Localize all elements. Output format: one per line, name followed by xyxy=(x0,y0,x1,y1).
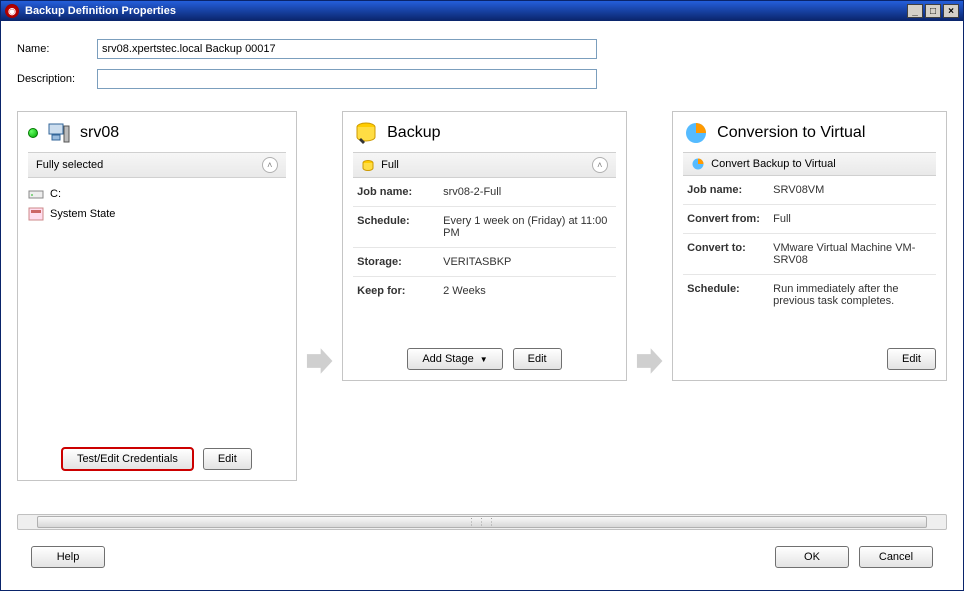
minimize-button[interactable]: _ xyxy=(907,4,923,18)
backup-panel-title: Backup xyxy=(387,124,440,142)
maximize-button[interactable]: □ xyxy=(925,4,941,18)
convert-section-bar[interactable]: Convert Backup to Virtual xyxy=(683,152,936,176)
detail-value: srv08-2-Full xyxy=(443,186,612,198)
backup-section-label: Full xyxy=(381,159,399,171)
detail-label: Job name: xyxy=(357,186,437,198)
detail-label: Keep for: xyxy=(357,285,437,297)
disk-icon xyxy=(28,187,44,201)
detail-value: Every 1 week on (Friday) at 11:00 PM xyxy=(443,215,612,239)
panels-area: srv08 Fully selected ˄ C: System State xyxy=(17,111,947,510)
chevron-up-icon[interactable]: ˄ xyxy=(592,157,608,173)
backup-panel: Backup Full ˄ Job name: srv08-2-Full S xyxy=(342,111,627,381)
window: ◉ Backup Definition Properties _ □ × Nam… xyxy=(0,0,964,591)
scrollbar-grip-icon: ⋮⋮⋮ xyxy=(467,517,497,528)
cancel-button[interactable]: Cancel xyxy=(859,546,933,568)
convert-section-label: Convert Backup to Virtual xyxy=(711,158,836,170)
caret-down-icon: ▼ xyxy=(480,355,488,364)
detail-label: Convert to: xyxy=(687,242,767,266)
detail-label: Schedule: xyxy=(687,283,767,307)
arrow-right-icon xyxy=(633,344,666,378)
detail-value: SRV08VM xyxy=(773,184,932,196)
server-panel-buttons: Test/Edit Credentials Edit xyxy=(18,438,296,480)
server-section-label: Fully selected xyxy=(36,159,103,171)
app-icon: ◉ xyxy=(5,4,19,18)
description-row: Description: xyxy=(17,69,947,89)
detail-jobname: Job name: SRV08VM xyxy=(683,176,936,205)
pie-convert-icon xyxy=(683,120,709,146)
test-edit-credentials-button[interactable]: Test/Edit Credentials xyxy=(62,448,193,470)
detail-label: Schedule: xyxy=(357,215,437,239)
convert-details: Job name: SRV08VM Convert from: Full Con… xyxy=(673,176,946,315)
detail-schedule: Schedule: Run immediately after the prev… xyxy=(683,275,936,315)
tree-item-system-state[interactable]: System State xyxy=(28,204,286,224)
detail-storage: Storage: VERITASBKP xyxy=(353,248,616,277)
detail-jobname: Job name: srv08-2-Full xyxy=(353,178,616,207)
content-area: Name: Description: srv08 Fully selected … xyxy=(1,21,963,590)
convert-panel-title: Conversion to Virtual xyxy=(717,124,865,142)
detail-label: Job name: xyxy=(687,184,767,196)
convert-panel-buttons: Edit xyxy=(673,338,946,380)
backup-edit-button[interactable]: Edit xyxy=(513,348,562,370)
help-button[interactable]: Help xyxy=(31,546,105,568)
horizontal-scrollbar[interactable]: ⋮⋮⋮ xyxy=(17,514,947,530)
close-button[interactable]: × xyxy=(943,4,959,18)
server-panel-title: srv08 xyxy=(80,124,119,142)
full-backup-icon xyxy=(361,158,375,172)
add-stage-button[interactable]: Add Stage▼ xyxy=(407,348,502,370)
backup-panel-header: Backup xyxy=(343,112,626,152)
description-label: Description: xyxy=(17,73,97,85)
backup-cylinder-icon xyxy=(353,120,379,146)
detail-value: 2 Weeks xyxy=(443,285,612,297)
detail-value: Run immediately after the previous task … xyxy=(773,283,932,307)
footer-spacer xyxy=(115,546,765,568)
system-state-icon xyxy=(28,207,44,221)
tree-item-c-drive[interactable]: C: xyxy=(28,184,286,204)
server-panel: srv08 Fully selected ˄ C: System State xyxy=(17,111,297,481)
arrow-right-icon xyxy=(303,344,336,378)
backup-panel-buttons: Add Stage▼ Edit xyxy=(343,338,626,380)
status-online-icon xyxy=(28,128,38,138)
detail-value: VERITASBKP xyxy=(443,256,612,268)
window-controls: _ □ × xyxy=(907,4,959,18)
scrollbar-thumb[interactable]: ⋮⋮⋮ xyxy=(37,516,928,528)
convert-panel: Conversion to Virtual Convert Backup to … xyxy=(672,111,947,381)
window-title: Backup Definition Properties xyxy=(25,5,907,17)
tree-item-label: C: xyxy=(50,188,61,200)
detail-convertto: Convert to: VMware Virtual Machine VM-SR… xyxy=(683,234,936,275)
chevron-up-icon[interactable]: ˄ xyxy=(262,157,278,173)
server-edit-button[interactable]: Edit xyxy=(203,448,252,470)
convert-edit-button[interactable]: Edit xyxy=(887,348,936,370)
server-icon xyxy=(46,120,72,146)
convert-section-icon xyxy=(691,157,705,171)
name-input[interactable] xyxy=(97,39,597,59)
backup-section-bar[interactable]: Full ˄ xyxy=(353,152,616,178)
convert-panel-header: Conversion to Virtual xyxy=(673,112,946,152)
detail-value: VMware Virtual Machine VM-SRV08 xyxy=(773,242,932,266)
detail-schedule: Schedule: Every 1 week on (Friday) at 11… xyxy=(353,207,616,248)
detail-keepfor: Keep for: 2 Weeks xyxy=(353,277,616,305)
name-row: Name: xyxy=(17,39,947,59)
name-label: Name: xyxy=(17,43,97,55)
server-panel-header: srv08 xyxy=(18,112,296,152)
server-section-bar[interactable]: Fully selected ˄ xyxy=(28,152,286,178)
tree-item-label: System State xyxy=(50,208,115,220)
ok-button[interactable]: OK xyxy=(775,546,849,568)
detail-label: Storage: xyxy=(357,256,437,268)
detail-label: Convert from: xyxy=(687,213,767,225)
backup-details: Job name: srv08-2-Full Schedule: Every 1… xyxy=(343,178,626,305)
detail-value: Full xyxy=(773,213,932,225)
dialog-footer: Help OK Cancel xyxy=(17,538,947,580)
selection-tree: C: System State xyxy=(18,178,296,230)
detail-convertfrom: Convert from: Full xyxy=(683,205,936,234)
titlebar: ◉ Backup Definition Properties _ □ × xyxy=(1,1,963,21)
description-input[interactable] xyxy=(97,69,597,89)
